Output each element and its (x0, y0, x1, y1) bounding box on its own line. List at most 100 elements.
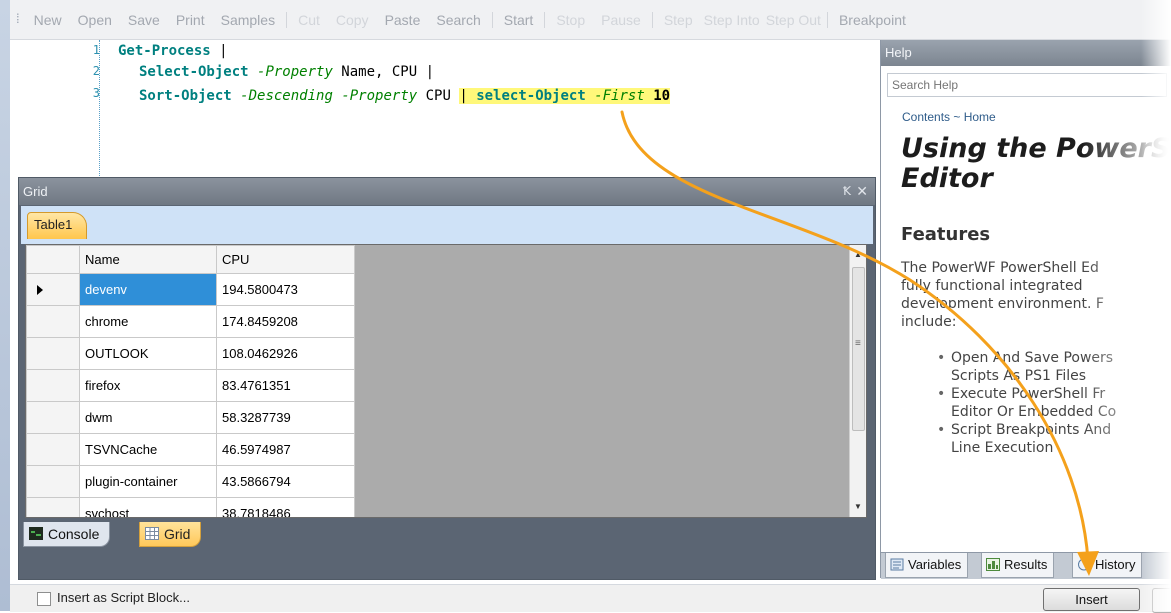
cpu-cell[interactable]: 38.7818486 (216, 497, 355, 517)
insert-button[interactable]: Insert (1043, 588, 1140, 611)
script-editor[interactable]: 1 2 3 Get-Process | Select-Object -Prope… (10, 40, 878, 184)
row-header[interactable] (26, 273, 80, 306)
toolbar-grip-icon[interactable]: ⁞ (16, 12, 20, 26)
row-header[interactable] (26, 465, 80, 498)
scrollbar-thumb[interactable]: ≡ (852, 267, 865, 431)
cmdlet-token: Select-Object (139, 64, 249, 80)
name-cell[interactable]: svchost (79, 497, 217, 517)
row-header[interactable] (26, 433, 80, 466)
new-button[interactable]: New (26, 12, 70, 28)
row-header[interactable] (26, 305, 80, 338)
cpu-cell[interactable]: 46.5974987 (216, 433, 355, 466)
cut-button[interactable]: Cut (290, 12, 328, 28)
table-row[interactable]: chrome 174.8459208 (26, 305, 355, 338)
grid-panel: Grid Ꝁ ✕ Table1 Name CPU devenv 194.5800… (18, 177, 876, 580)
tab-history[interactable]: History (1072, 553, 1143, 578)
table-row[interactable]: dwm 58.3287739 (26, 401, 355, 434)
parameter-token: -Property (257, 64, 333, 80)
cpu-cell[interactable]: 108.0462926 (216, 337, 355, 370)
save-button[interactable]: Save (120, 12, 168, 28)
parameter-token: -Descending (240, 88, 333, 104)
step-out-button[interactable]: Step Out (763, 12, 824, 28)
toolbar-separator (651, 12, 653, 28)
cpu-cell[interactable]: 58.3287739 (216, 401, 355, 434)
table-row[interactable]: TSVNCache 46.5974987 (26, 433, 355, 466)
inserted-code-highlight: | select-Object -First 10 (459, 88, 671, 104)
tab-grid-label: Grid (164, 526, 191, 542)
cmdlet-token: select-Object (476, 88, 586, 104)
code-line-2: Select-Object -Property Name, CPU | (139, 62, 434, 82)
insert-as-script-block-checkbox[interactable] (37, 592, 51, 606)
code-text: | (210, 43, 228, 59)
name-cell[interactable]: TSVNCache (79, 433, 217, 466)
table-row[interactable]: plugin-container 43.5866794 (26, 465, 355, 498)
stop-button[interactable]: Stop (548, 12, 593, 28)
table-row[interactable]: devenv 194.5800473 (26, 273, 355, 306)
column-header-cpu[interactable]: CPU (216, 245, 355, 274)
tab-results[interactable]: Results (981, 553, 1055, 578)
row-header[interactable] (26, 369, 80, 402)
main-toolbar: ⁞ New Open Save Print Samples Cut Copy P… (10, 0, 1171, 40)
pause-button[interactable]: Pause (593, 12, 649, 28)
checkbox-label: Insert as Script Block... (57, 590, 190, 605)
tab-results-label: Results (1004, 557, 1048, 572)
tab-variables-label: Variables (908, 557, 962, 572)
print-button[interactable]: Print (168, 12, 213, 28)
history-icon (1078, 558, 1090, 571)
name-cell[interactable]: chrome (79, 305, 217, 338)
table-row[interactable]: svchost 38.7818486 (26, 497, 355, 517)
scroll-down-icon[interactable]: ▼ (850, 499, 866, 515)
toolbar-separator (491, 12, 493, 28)
toolbar-separator (826, 12, 828, 28)
cpu-cell[interactable]: 174.8459208 (216, 305, 355, 338)
data-grid: Name CPU devenv 194.5800473 chrome 174.8… (25, 244, 867, 518)
name-cell[interactable]: OUTLOOK (79, 337, 217, 370)
thumb-grip-icon: ≡ (855, 338, 861, 349)
help-search-input[interactable] (887, 73, 1167, 97)
line-number-gutter: 1 2 3 (10, 40, 100, 184)
tab-table1[interactable]: Table1 (27, 212, 88, 239)
column-header-name[interactable]: Name (79, 245, 217, 274)
paste-button[interactable]: Paste (377, 12, 429, 28)
samples-button[interactable]: Samples (213, 12, 283, 28)
secondary-button[interactable] (1152, 588, 1171, 613)
row-header[interactable] (26, 497, 80, 517)
name-cell[interactable]: plugin-container (79, 465, 217, 498)
tab-history-label: History (1095, 557, 1136, 572)
cpu-cell[interactable]: 43.5866794 (216, 465, 355, 498)
breakpoint-button[interactable]: Breakpoint (831, 12, 914, 28)
row-header[interactable] (26, 401, 80, 434)
help-tab-strip: Variables Results History (881, 552, 1171, 579)
step-into-button[interactable]: Step Into (701, 12, 763, 28)
code-line-1: Get-Process | (118, 41, 228, 61)
tab-grid[interactable]: Grid (139, 522, 202, 547)
tab-console[interactable]: Console (23, 522, 111, 547)
start-button[interactable]: Start (496, 12, 542, 28)
table-header-row: Name CPU (26, 245, 355, 274)
scroll-up-icon[interactable]: ▲ (850, 247, 866, 263)
cpu-cell[interactable]: 194.5800473 (216, 273, 355, 306)
name-cell[interactable]: dwm (79, 401, 217, 434)
parameter-token: -Property (341, 88, 418, 104)
results-table: Name CPU devenv 194.5800473 chrome 174.8… (26, 245, 355, 517)
search-button[interactable]: Search (428, 12, 488, 28)
grid-vertical-scrollbar[interactable]: ▲ ≡ ▼ (849, 245, 866, 517)
tab-variables[interactable]: Variables (885, 553, 969, 578)
grid-panel-header: Grid Ꝁ ✕ (19, 178, 875, 205)
name-cell[interactable]: devenv (79, 273, 217, 306)
row-header[interactable] (26, 337, 80, 370)
variables-icon (890, 558, 904, 571)
number-token: 10 (644, 88, 671, 104)
toolbar-separator (544, 12, 546, 28)
table-row[interactable]: firefox 83.4761351 (26, 369, 355, 402)
table-row[interactable]: OUTLOOK 108.0462926 (26, 337, 355, 370)
copy-button[interactable]: Copy (328, 12, 377, 28)
open-button[interactable]: Open (70, 12, 120, 28)
close-icon[interactable]: ✕ (856, 178, 868, 205)
row-header-corner (26, 245, 80, 274)
step-button[interactable]: Step (656, 12, 701, 28)
pin-icon[interactable]: Ꝁ (843, 178, 851, 205)
cpu-cell[interactable]: 83.4761351 (216, 369, 355, 402)
bottom-tab-strip: Console Grid (21, 522, 873, 551)
name-cell[interactable]: firefox (79, 369, 217, 402)
